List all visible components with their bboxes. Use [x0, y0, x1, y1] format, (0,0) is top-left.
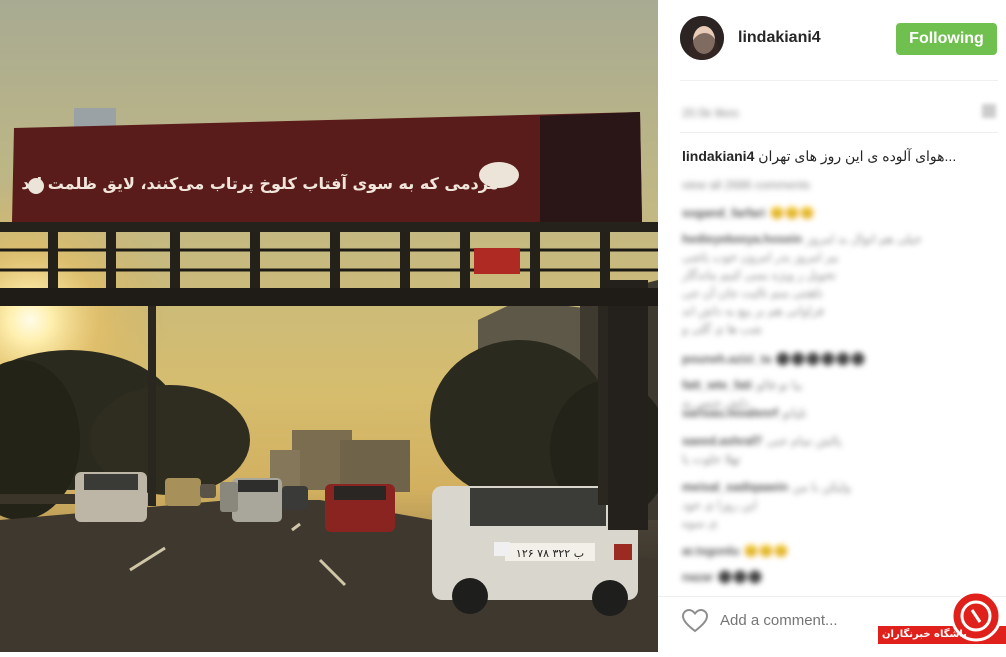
street-scene-image: ۱۲۶ ب ۳۲۲ ۷۸ مردمی که به سوی آفتاب کلوخ …: [0, 0, 658, 652]
list-item: تحویل ر ویژه بسی کنیم ماندگار: [682, 268, 837, 282]
heart-icon[interactable]: [681, 608, 709, 638]
post-photo[interactable]: ۱۲۶ ب ۳۲۲ ۷۸ مردمی که به سوی آفتاب کلوخ …: [0, 0, 658, 652]
list-item: sogand_farfari 😊😊😊: [682, 206, 815, 220]
list-item: hedieyekeeya.hosein خیلی هم اتوال بد امر…: [682, 232, 922, 246]
likes-count: 20.5k likes: [682, 106, 739, 120]
list-item: ناهتنی منم تالیت جان آن جی: [682, 286, 823, 300]
list-item: تهلا خلوت یا: [682, 452, 741, 466]
list-item: بیر امروز بدر امرون خوب یاشی: [682, 250, 839, 264]
list-item: pouneh.azizi_ta ⚫⚫⚫⚫⚫⚫: [682, 352, 866, 366]
car-left-white: [75, 472, 147, 522]
license-plate: ۱۲۶ ب ۳۲۲ ۷۸: [516, 547, 584, 560]
list-item: فراوانی هم بر بیع به داش اند: [682, 304, 824, 318]
timestamp-blur: [982, 104, 996, 118]
list-item: nazar ⚫⚫⚫: [682, 570, 763, 584]
view-all-comments-link[interactable]: view all 2686 comments: [682, 178, 810, 192]
profile-picture: [680, 16, 724, 60]
watermark-logo: باشگاه خبرنگاران: [868, 590, 1006, 652]
car-red: [325, 484, 395, 532]
list-item: ar.tsgonlu 😊😊😊: [682, 544, 789, 558]
post-caption: lindakiani4 هوای آلوده ی این روز های تهر…: [682, 148, 1000, 165]
post-header: lindakiani4 Following: [658, 0, 1006, 80]
list-item: saeed.ashraf7 پالش تمام خنی: [682, 434, 842, 448]
following-button[interactable]: Following: [896, 23, 997, 55]
car-white-pride: ۱۲۶ ب ۳۲۲ ۷۸: [432, 486, 638, 616]
avatar[interactable]: [680, 16, 724, 60]
list-item: ی سوه: [682, 516, 718, 530]
divider: [680, 80, 998, 81]
list-item: شب ها ی گلی و: [682, 322, 763, 336]
header-username[interactable]: lindakiani4: [738, 29, 821, 47]
post-side-panel: lindakiani4 Following 20.5k likes lindak…: [658, 0, 1006, 652]
list-item: sarisau.moalenrf تلیاتو: [682, 406, 807, 420]
list-item: meisal_sadiqaaein ولیکن با من: [682, 480, 851, 494]
list-item: این روزا ی خود: [682, 498, 757, 512]
watermark-text: باشگاه خبرنگاران: [882, 629, 967, 640]
caption-text: هوای آلوده ی این روز های تهران...: [758, 148, 957, 164]
divider: [680, 132, 998, 133]
list-item: fatt_wte_fati بیا تو فالو: [682, 378, 803, 392]
billboard-text: مردمی که به سوی آفتاب کلوخ پرتاب می‌کنند…: [21, 173, 498, 194]
caption-username[interactable]: lindakiani4: [682, 148, 754, 164]
